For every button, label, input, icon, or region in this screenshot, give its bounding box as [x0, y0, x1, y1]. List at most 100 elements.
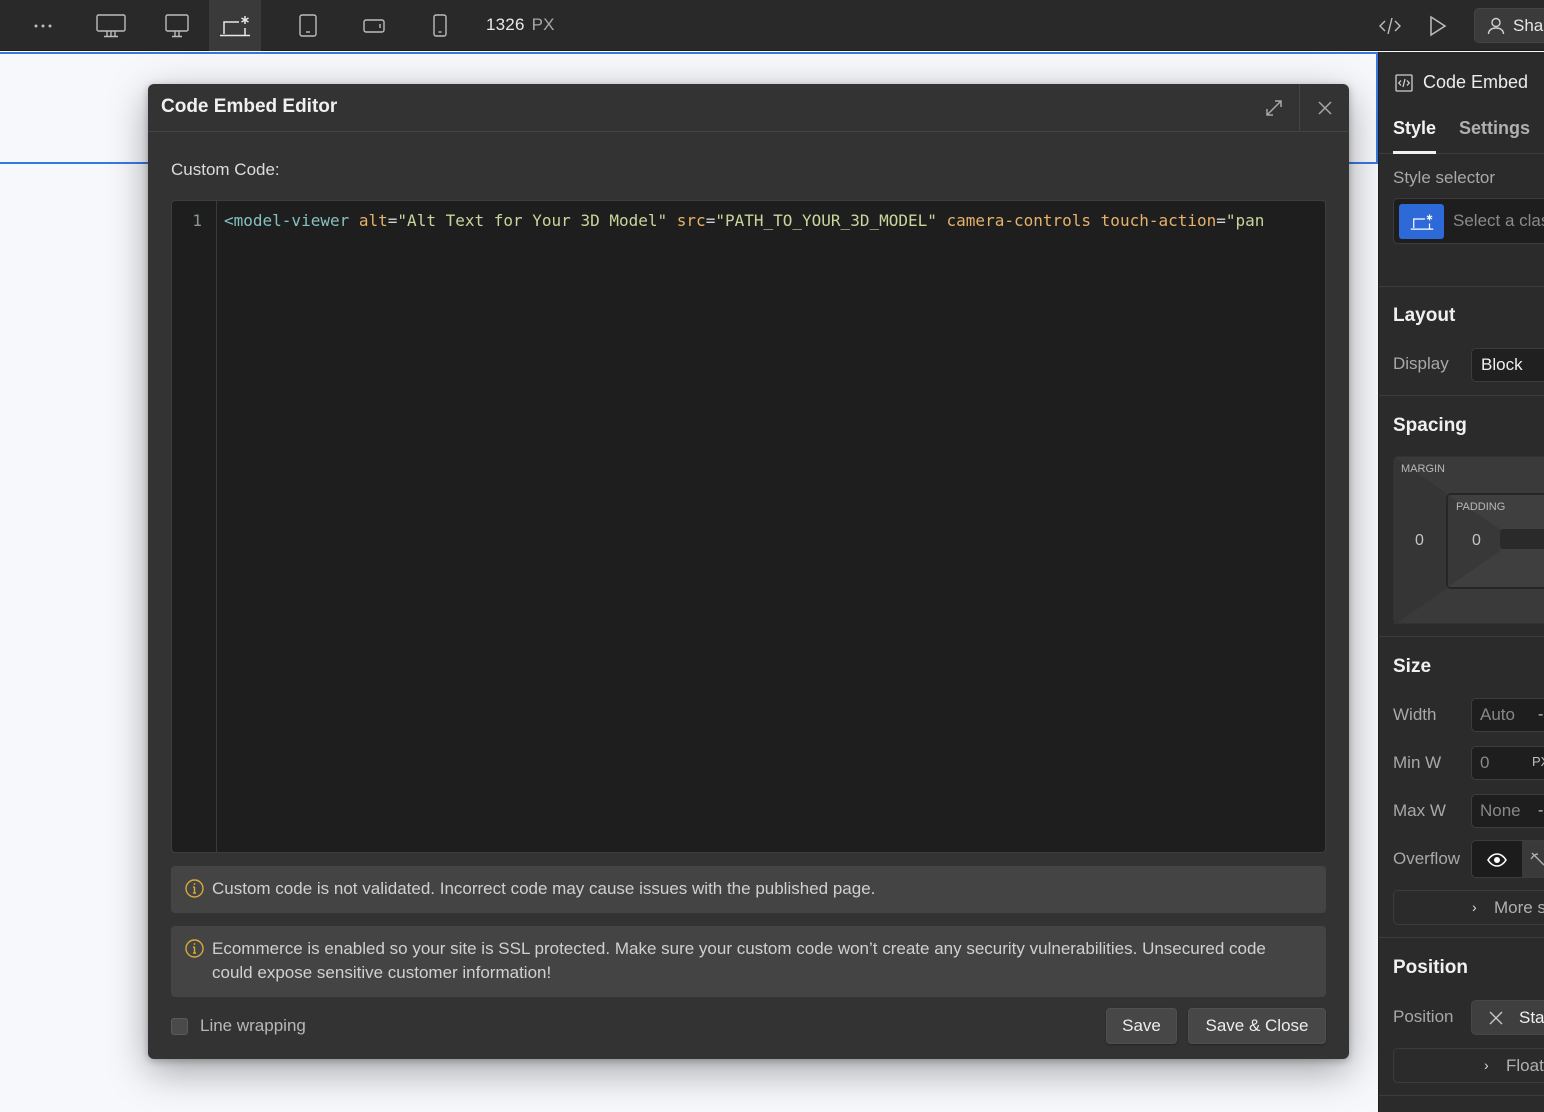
overflow-visible-button[interactable]	[1472, 841, 1522, 877]
save-button[interactable]: Save	[1106, 1008, 1177, 1044]
code-token-eq: =	[705, 211, 716, 230]
overflow-hidden-button[interactable]	[1530, 851, 1544, 872]
panel-tabs: Style Settings	[1379, 114, 1544, 154]
element-name: Code Embed	[1423, 72, 1529, 92]
laptop-star-icon	[220, 15, 250, 36]
code-token-attr: alt	[358, 211, 388, 230]
overflow-toggle	[1471, 840, 1544, 878]
breakpoint-mobile-portrait[interactable]	[414, 0, 466, 51]
min-width-label: Min W	[1393, 753, 1442, 772]
max-width-unit: -	[1538, 802, 1544, 819]
top-toolbar: 1326 PX Share	[0, 0, 1544, 51]
line-wrapping-toggle[interactable]: Line wrapping	[171, 1016, 306, 1036]
divider	[1379, 937, 1544, 938]
breakpoint-desktop-xl[interactable]	[85, 0, 137, 51]
close-icon	[1317, 100, 1332, 115]
code-embed-icon	[1395, 73, 1413, 92]
position-section-title: Position	[1393, 957, 1468, 978]
width-unit: -	[1538, 706, 1544, 723]
eye-icon	[1487, 853, 1507, 867]
play-icon	[1430, 15, 1447, 36]
content-box	[1500, 529, 1544, 549]
divider	[1379, 395, 1544, 396]
code-icon	[1379, 17, 1401, 34]
phone-portrait-icon	[433, 13, 447, 37]
ellipsis-icon	[34, 24, 52, 27]
preview-button[interactable]	[1412, 0, 1464, 51]
breakpoint-desktop-l[interactable]	[151, 0, 203, 51]
validation-notice-text: Custom code is not validated. Incorrect …	[212, 879, 876, 898]
line-wrapping-checkbox[interactable]	[171, 1017, 188, 1035]
breakpoint-mobile-landscape[interactable]	[348, 0, 400, 51]
margin-box: MARGIN 0 PADDING 0	[1393, 456, 1544, 625]
max-width-label: Max W	[1393, 801, 1446, 820]
line-wrapping-label: Line wrapping	[200, 1016, 306, 1035]
float-and-clear-button[interactable]: › Float and clear	[1393, 1048, 1544, 1083]
breakpoint-base[interactable]	[209, 0, 261, 51]
width-label: Width	[1393, 705, 1437, 724]
breakpoint-tablet[interactable]	[282, 0, 334, 51]
code-token-attr: src	[676, 211, 706, 230]
style-selector-label: Style selector	[1393, 168, 1496, 187]
phone-landscape-icon	[363, 18, 385, 33]
breakpoint-chip	[1399, 204, 1444, 239]
info-icon	[185, 879, 204, 898]
code-token-eq: =	[387, 211, 398, 230]
code-token-str: "Alt Text for Your 3D Model"	[397, 211, 668, 230]
margin-left-value[interactable]: 0	[1415, 532, 1424, 550]
min-width-value: 0	[1480, 753, 1490, 772]
line-number: 1	[192, 211, 202, 230]
expand-button[interactable]	[1249, 84, 1299, 131]
share-label: Share	[1513, 15, 1544, 35]
code-editor[interactable]: 1 <model-viewer alt="Alt Text for Your 3…	[171, 200, 1326, 853]
display-block-button[interactable]: Block	[1471, 348, 1544, 382]
width-input[interactable]: Auto -	[1471, 698, 1544, 732]
ssl-notice-text: Ecommerce is enabled so your site is SSL…	[212, 939, 1266, 982]
position-value: Static	[1519, 1008, 1544, 1027]
code-line[interactable]: <model-viewer alt="Alt Text for Your 3D …	[224, 211, 1264, 230]
style-selector-input[interactable]: Select a class	[1393, 198, 1544, 244]
ssl-notice: Ecommerce is enabled so your site is SSL…	[171, 926, 1326, 997]
laptop-star-icon	[1410, 214, 1433, 230]
code-embed-editor-modal: Code Embed Editor Custom Code: 1 <model-…	[148, 84, 1349, 1059]
more-menu-button[interactable]	[17, 0, 69, 51]
code-export-button[interactable]	[1364, 0, 1416, 51]
modal-title: Code Embed Editor	[161, 96, 338, 117]
divider	[1379, 286, 1544, 287]
close-button[interactable]	[1299, 84, 1349, 131]
chevron-right-icon: ›	[1484, 1057, 1489, 1073]
width-unit: PX	[531, 15, 555, 34]
size-section-title: Size	[1393, 656, 1432, 677]
modal-header: Code Embed Editor	[148, 84, 1349, 132]
width-value: 1326	[486, 15, 525, 34]
layout-section-title: Layout	[1393, 305, 1456, 326]
display-label: Display	[1393, 354, 1449, 373]
save-and-close-button[interactable]: Save & Close	[1188, 1008, 1326, 1044]
chevron-right-icon: ›	[1472, 899, 1477, 915]
padding-left-value[interactable]: 0	[1472, 532, 1481, 550]
style-panel: Code Embed Style Settings Style selector…	[1378, 52, 1544, 1112]
margin-label: MARGIN	[1401, 463, 1445, 475]
code-token-eq: =	[1216, 211, 1226, 230]
position-label: Position	[1393, 1007, 1454, 1026]
float-and-clear-label: Float and clear	[1506, 1056, 1544, 1075]
padding-label: PADDING	[1456, 501, 1506, 513]
more-size-options-button[interactable]: › More size options	[1393, 890, 1544, 925]
custom-code-label: Custom Code:	[171, 160, 280, 179]
max-width-input[interactable]: None -	[1471, 794, 1544, 828]
tablet-icon	[299, 13, 317, 37]
overflow-label: Overflow	[1393, 849, 1461, 868]
divider	[1379, 1095, 1544, 1096]
tab-settings[interactable]: Settings	[1459, 118, 1530, 139]
share-button[interactable]: Share	[1474, 8, 1544, 43]
code-token-tag: <model-viewer	[224, 211, 350, 230]
padding-box: PADDING 0	[1446, 493, 1544, 589]
position-select[interactable]: Static	[1471, 1000, 1544, 1035]
monitor-large-icon	[96, 13, 126, 37]
min-width-input[interactable]: 0 PX	[1471, 746, 1544, 780]
tab-style[interactable]: Style	[1393, 118, 1437, 154]
